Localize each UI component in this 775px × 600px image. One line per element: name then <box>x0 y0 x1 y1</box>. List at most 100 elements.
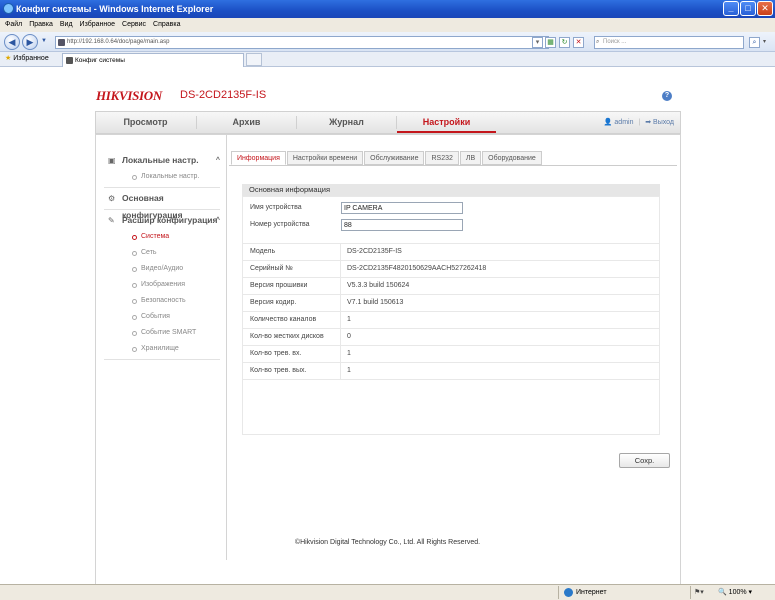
tab-dst[interactable]: ЛВ <box>459 151 482 165</box>
menu-view[interactable]: Вид <box>60 18 73 32</box>
tab-time-settings[interactable]: Настройки времени <box>286 151 364 165</box>
nav-log[interactable]: Журнал <box>297 112 396 133</box>
sidebar-item-storage[interactable]: Хранилище <box>96 341 226 357</box>
sidebar-item-smart-event[interactable]: Событие SMART <box>96 325 226 341</box>
nav-configuration[interactable]: Настройки <box>397 112 496 133</box>
info-label: Модель <box>250 248 276 255</box>
cell-divider <box>340 278 341 294</box>
tab-maintenance[interactable]: Обслуживание <box>364 151 425 165</box>
info-form: Имя устройства Номер устройства Модель D… <box>242 196 660 435</box>
zoom-control[interactable]: 🔍 100% ▾ <box>718 587 752 598</box>
maximize-button[interactable]: □ <box>740 1 756 16</box>
menu-edit[interactable]: Правка <box>29 18 53 32</box>
close-button[interactable]: ✕ <box>757 1 773 16</box>
sidebar-item-system[interactable]: Система <box>96 229 226 245</box>
address-input[interactable]: http://192.168.0.64/doc/page/main.asp <box>55 36 549 49</box>
favorites-button[interactable]: ★ Избранное <box>5 54 49 62</box>
info-value: V5.3.3 build 150624 <box>347 282 410 289</box>
tab-rs232[interactable]: RS232 <box>425 151 459 165</box>
device-no-label: Номер устройства <box>250 221 310 228</box>
save-button[interactable]: Сохр. <box>619 453 670 468</box>
sidebar-item-video-audio[interactable]: Видео/Аудио <box>96 261 226 277</box>
protected-mode-icon[interactable]: ⚑▾ <box>694 587 704 598</box>
back-button[interactable]: ◀ <box>4 34 20 50</box>
sidebar-advanced-title: Расшир конфигурация <box>122 215 218 225</box>
main-nav: Просмотр Архив Журнал Настройки 👤 admin … <box>95 111 681 134</box>
device-no-input[interactable] <box>341 219 463 231</box>
sidebar-item-image[interactable]: Изображения <box>96 277 226 293</box>
sidebar-advanced-header[interactable]: ✎ Расшир конфигурация ^ <box>96 212 226 229</box>
config-main: Информация Настройки времени Обслуживани… <box>229 135 680 595</box>
help-icon[interactable]: ? <box>662 91 672 101</box>
search-magnifier-icon: ⌕ <box>596 39 600 45</box>
bullet-icon <box>132 315 137 320</box>
info-value: 1 <box>347 367 351 374</box>
info-row-channels: Количество каналов 1 <box>243 312 659 328</box>
zone-label: Интернет <box>576 589 607 596</box>
stop-icon[interactable]: ✕ <box>573 37 584 48</box>
sidebar-local-header[interactable]: ▣ Локальные настр. ^ <box>96 152 226 169</box>
browser-tab[interactable]: Конфиг системы <box>62 53 244 67</box>
chevron-down-icon: ▾ <box>748 589 753 596</box>
tab-favicon <box>66 57 73 64</box>
user-separator: | <box>638 119 641 126</box>
menu-file[interactable]: Файл <box>5 18 22 32</box>
info-label: Количество каналов <box>250 316 317 323</box>
internet-zone[interactable]: Интернет <box>564 587 607 598</box>
menu-tools[interactable]: Сервис <box>122 18 146 32</box>
favorites-bar: ★ Избранное Конфиг системы <box>0 52 775 67</box>
user-box: 👤 admin | ➡ Выход <box>604 112 674 133</box>
refresh-icon[interactable]: ↻ <box>559 37 570 48</box>
username[interactable]: admin <box>614 119 633 126</box>
menu-favorites[interactable]: Избранное <box>80 18 115 32</box>
info-row-model: Модель DS-2CD2135F-IS <box>243 244 659 260</box>
sidebar-local-title: Локальные настр. <box>122 155 199 165</box>
info-row-encoding: Версия кодир. V7.1 build 150613 <box>243 295 659 311</box>
star-icon: ★ <box>5 55 12 62</box>
logout-link[interactable]: Выход <box>653 119 674 126</box>
forward-button[interactable]: ▶ <box>22 34 38 50</box>
history-dropdown-icon[interactable]: ▼ <box>41 38 47 44</box>
search-go-icon[interactable]: ⌕ <box>749 37 760 48</box>
status-divider <box>558 586 559 599</box>
tab-hardware[interactable]: Оборудование <box>482 151 542 165</box>
sidebar-item-network[interactable]: Сеть <box>96 245 226 261</box>
status-bar: Интернет ⚑▾ 🔍 100% ▾ <box>0 584 775 600</box>
sidebar-item-local-settings[interactable]: Локальные настр. <box>96 169 226 185</box>
nav-live-view[interactable]: Просмотр <box>96 112 195 133</box>
tab-title: Конфиг системы <box>75 57 125 64</box>
bullet-icon <box>132 235 137 240</box>
menu-help[interactable]: Справка <box>153 18 180 32</box>
minimize-button[interactable]: _ <box>723 1 739 16</box>
cell-divider <box>340 295 341 311</box>
bullet-icon <box>132 175 137 180</box>
address-toolbar: ◀ ▶ ▼ http://192.168.0.64/doc/page/main.… <box>0 32 775 52</box>
zoom-icon: 🔍 <box>718 589 727 596</box>
gear-icon: ⚙ <box>108 194 116 203</box>
address-url: http://192.168.0.64/doc/page/main.asp <box>67 39 170 45</box>
globe-icon <box>564 588 573 597</box>
new-tab-button[interactable] <box>246 53 262 66</box>
sidebar-item-security[interactable]: Безопасность <box>96 293 226 309</box>
nav-playback[interactable]: Архив <box>197 112 296 133</box>
chevron-up-icon: ^ <box>215 217 220 224</box>
cell-divider <box>340 261 341 277</box>
info-label: Серийный № <box>250 265 293 272</box>
info-label: Версия кодир. <box>250 299 297 306</box>
device-name-input[interactable] <box>341 202 463 214</box>
search-placeholder: Поиск ... <box>603 39 627 45</box>
wrench-icon: ✎ <box>108 216 115 225</box>
ie-logo-icon <box>3 3 14 14</box>
info-label: Версия прошивки <box>250 282 308 289</box>
sidebar-item-events[interactable]: События <box>96 309 226 325</box>
search-input[interactable]: ⌕ Поиск ... <box>594 36 744 49</box>
sidebar-basic-header[interactable]: ⚙ Основная конфигурация <box>96 190 226 220</box>
compat-view-icon[interactable]: ▦ <box>545 37 556 48</box>
address-dropdown-icon[interactable]: ▾ <box>532 37 543 48</box>
config-sidebar: ▣ Локальные настр. ^ Локальные настр. ⚙ … <box>96 135 227 560</box>
tab-underline <box>229 165 677 166</box>
search-options-icon[interactable]: ▾ <box>763 38 766 45</box>
tab-basic-information[interactable]: Информация <box>231 151 286 165</box>
zoom-level: 100% <box>728 589 747 596</box>
sidebar-item-label: Видео/Аудио <box>141 265 184 272</box>
